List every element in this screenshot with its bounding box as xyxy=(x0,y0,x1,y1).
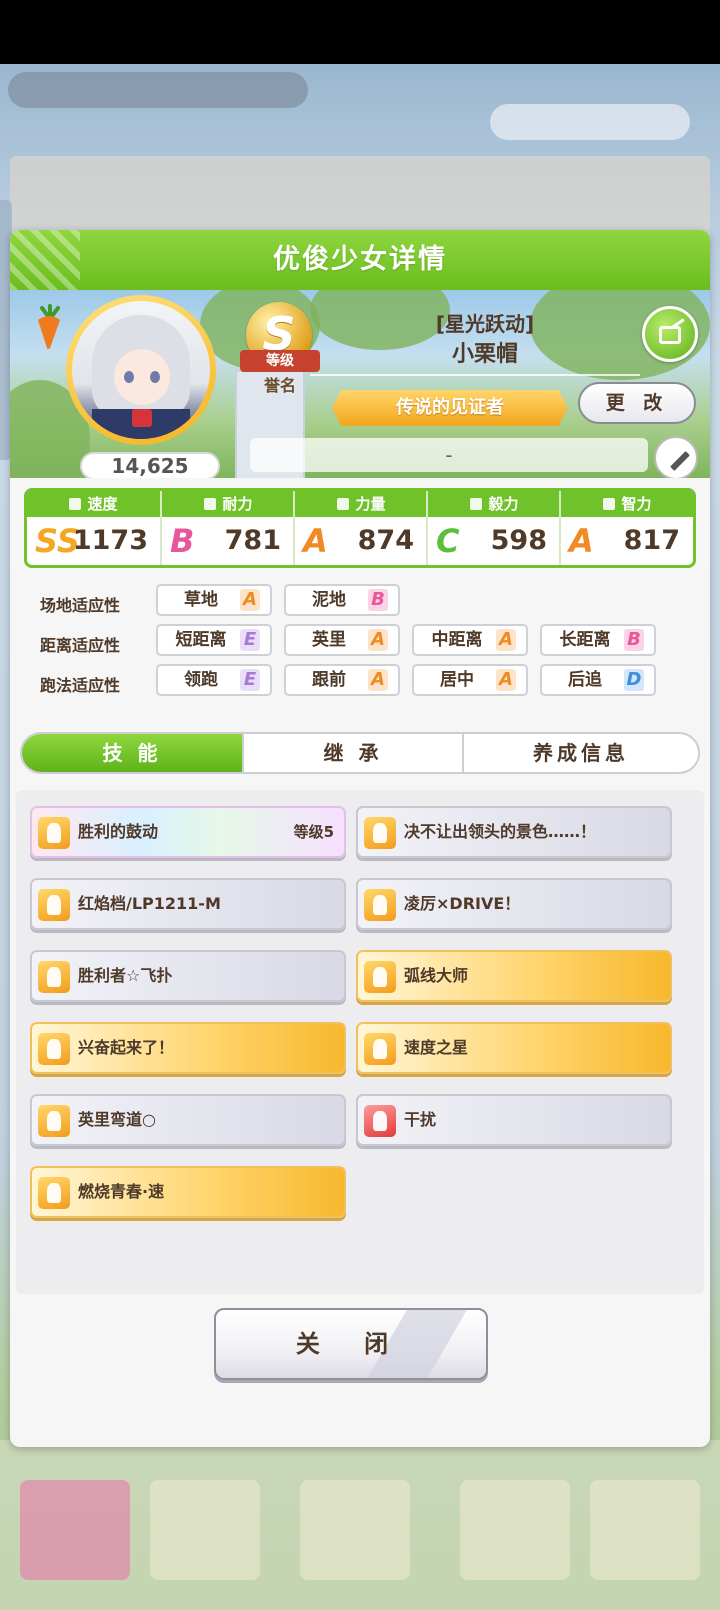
stats-panel: 速度 SS 1173 耐力 B 781 力量 A 874 毅力 C 598 智力… xyxy=(24,488,696,568)
aptitude-short: 短距离 E xyxy=(156,624,272,656)
close-label: 关 闭 xyxy=(295,1330,407,1358)
umamusume-detail-dialog: 优俊少女详情 14,625 S 等级 誉名 [星光跃动] 小栗帽 传说的见证者 … xyxy=(10,230,710,1447)
rank-label: 等级 xyxy=(240,350,320,372)
character-avatar xyxy=(66,295,216,445)
background-bottom-nav xyxy=(0,1440,720,1610)
profile-section: 14,625 S 等级 誉名 [星光跃动] 小栗帽 传说的见证者 更 改 - xyxy=(10,290,710,478)
aptitude-medium: 中距离 A xyxy=(412,624,528,656)
title-banner: 传说的见证者 xyxy=(332,390,568,426)
stat-grade: A xyxy=(303,522,328,560)
skill-item[interactable]: 英里弯道○ xyxy=(30,1094,346,1146)
skill-item[interactable]: 速度之星 xyxy=(356,1022,672,1074)
skill-icon xyxy=(364,889,396,921)
stat-label: 速度 xyxy=(87,495,118,513)
stat-power: 力量 A 874 xyxy=(293,491,426,565)
skill-icon xyxy=(38,1177,70,1209)
background-search-bar xyxy=(8,72,308,108)
skill-icon xyxy=(364,817,396,849)
aptitude-mile: 英里 A xyxy=(284,624,400,656)
stat-label: 耐力 xyxy=(222,495,253,513)
skill-icon xyxy=(38,889,70,921)
tab-training-info[interactable]: 养成信息 xyxy=(464,734,698,772)
change-title-button[interactable]: 更 改 xyxy=(578,382,696,424)
skills-panel: 胜利的鼓动 等级5 决不让出领头的景色……！ 红焰档/LP1211-M 凌厉×D… xyxy=(16,790,704,1294)
fans-count: 14,625 xyxy=(80,452,220,478)
aptitude-late-surger: 居中 A xyxy=(412,664,528,696)
graduation-cap-icon xyxy=(603,498,616,510)
skill-icon xyxy=(38,817,70,849)
stat-value: 598 xyxy=(490,525,547,556)
tab-inheritance[interactable]: 继 承 xyxy=(242,734,464,772)
stat-value: 781 xyxy=(224,525,281,556)
stat-stamina: 耐力 B 781 xyxy=(160,491,293,565)
skill-item[interactable]: 燃烧青春·速 xyxy=(30,1166,346,1218)
stat-guts: 毅力 C 598 xyxy=(426,491,559,565)
stat-value: 817 xyxy=(623,525,680,556)
skill-icon xyxy=(38,1033,70,1065)
share-icon xyxy=(659,326,681,344)
share-button[interactable] xyxy=(642,306,698,362)
stat-grade: B xyxy=(170,522,195,560)
skill-icon xyxy=(364,1033,396,1065)
stat-speed: 速度 SS 1173 xyxy=(27,491,160,565)
debuff-skill-icon xyxy=(364,1105,396,1137)
stat-grade: C xyxy=(436,522,460,560)
edit-comment-button[interactable] xyxy=(654,436,698,478)
distance-aptitude-label: 距离适应性 xyxy=(40,636,121,655)
skill-item[interactable]: 兴奋起来了！ xyxy=(30,1022,346,1074)
background-button xyxy=(490,104,690,140)
skill-level: 等级5 xyxy=(293,823,334,841)
skill-icon xyxy=(364,961,396,993)
skill-item[interactable]: 红焰档/LP1211-M xyxy=(30,878,346,930)
heart-icon xyxy=(204,498,217,510)
aptitude-front-runner: 领跑 E xyxy=(156,664,272,696)
aptitude-turf: 草地 A xyxy=(156,584,272,616)
character-epithet: [星光跃动] xyxy=(435,312,535,336)
aptitude-end-closer: 后追 D xyxy=(540,664,656,696)
strategy-aptitude-label: 跑法适应性 xyxy=(40,676,121,695)
stat-value: 874 xyxy=(357,525,414,556)
dialog-header: 优俊少女详情 xyxy=(10,230,710,290)
skill-item[interactable]: 干扰 xyxy=(356,1094,672,1146)
skill-item[interactable]: 弧线大师 xyxy=(356,950,672,1002)
stat-label: 智力 xyxy=(621,495,652,513)
stat-value: 1173 xyxy=(72,525,148,556)
stat-label: 毅力 xyxy=(488,495,519,513)
close-button[interactable]: 关 闭 xyxy=(214,1308,488,1380)
skill-item[interactable]: 决不让出领头的景色……！ xyxy=(356,806,672,858)
pencil-icon xyxy=(670,451,690,471)
stat-grade: A xyxy=(569,522,594,560)
flame-icon xyxy=(470,498,483,510)
aptitude-long: 长距离 B xyxy=(540,624,656,656)
skill-icon xyxy=(38,961,70,993)
character-name: 小栗帽 xyxy=(451,342,518,367)
rank-sub-label: 誉名 xyxy=(263,376,296,395)
stat-label: 力量 xyxy=(355,495,386,513)
skill-item[interactable]: 凌厉×DRIVE！ xyxy=(356,878,672,930)
skill-icon xyxy=(38,1105,70,1137)
stat-wisdom: 智力 A 817 xyxy=(559,491,692,565)
tab-skills[interactable]: 技 能 xyxy=(22,734,242,772)
aptitude-dirt: 泥地 B xyxy=(284,584,400,616)
speed-icon xyxy=(69,498,82,510)
dialog-title: 优俊少女详情 xyxy=(273,244,447,275)
arm-icon xyxy=(337,498,350,510)
skill-item[interactable]: 胜利的鼓动 等级5 xyxy=(30,806,346,858)
skill-item[interactable]: 胜利者☆飞扑 xyxy=(30,950,346,1002)
track-aptitude-label: 场地适应性 xyxy=(40,596,121,615)
aptitude-pace-chaser: 跟前 A xyxy=(284,664,400,696)
detail-tabs: 技 能 继 承 养成信息 xyxy=(20,732,700,774)
carrot-icon xyxy=(38,304,60,349)
comment-field[interactable]: - xyxy=(250,438,648,472)
